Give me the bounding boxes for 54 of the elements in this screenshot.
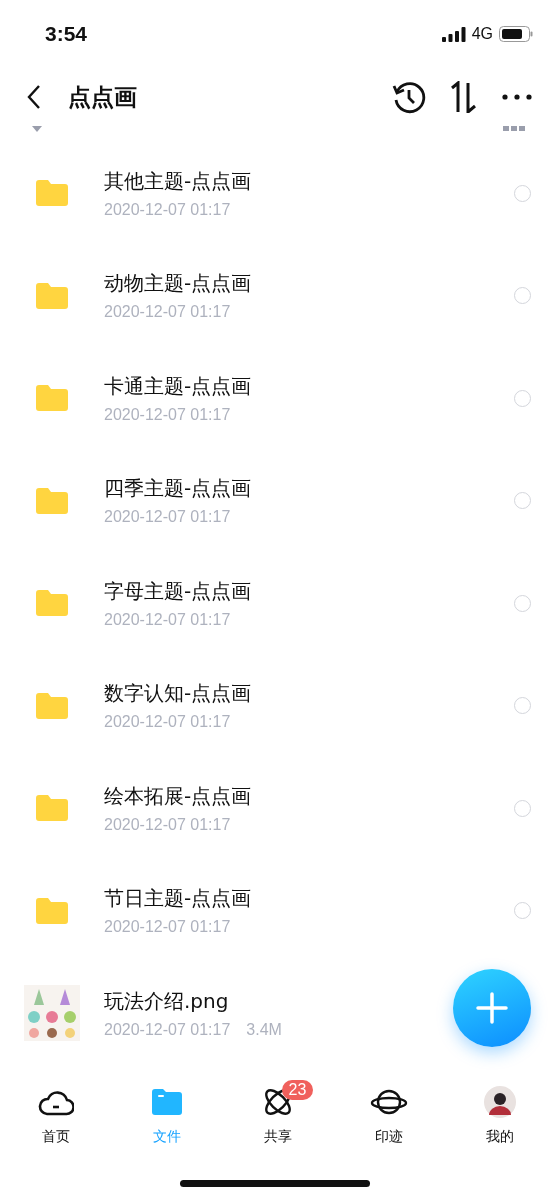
file-name: 字母主题-点点画 (104, 577, 253, 605)
sort-icon[interactable] (448, 81, 478, 113)
tab-item[interactable]: 印迹 (333, 1082, 444, 1146)
folder-icon (36, 487, 68, 514)
file-name: 节日主题-点点画 (104, 885, 253, 913)
tab-label: 首页 (41, 1128, 70, 1146)
file-date: 2020-12-07 01:17 (104, 815, 231, 834)
file-date: 2020-12-07 01:17 (104, 1020, 231, 1039)
folder-icon (36, 385, 68, 412)
file-date: 2020-12-07 01:17 (104, 610, 231, 629)
tab-label: 文件 (152, 1128, 181, 1146)
file-date: 2020-12-07 01:17 (104, 508, 231, 527)
file-name: 四季主题-点点画 (104, 475, 253, 503)
add-button[interactable] (453, 969, 531, 1047)
file-name: 动物主题-点点画 (104, 270, 253, 298)
signal-icon (441, 26, 466, 42)
folder-icon (151, 1089, 182, 1115)
caret-icon (32, 126, 42, 132)
file-name: 卡通主题-点点画 (104, 372, 253, 400)
list-view-icon (503, 126, 525, 131)
tab-item[interactable]: 首页 (0, 1082, 111, 1146)
file-name: 其他主题-点点画 (104, 167, 253, 195)
battery-icon (499, 26, 533, 42)
tab-label: 印迹 (374, 1128, 403, 1146)
back-icon[interactable] (27, 84, 41, 110)
avatar-icon (483, 1086, 516, 1118)
folder-icon (36, 897, 68, 924)
folder-icon (36, 692, 68, 719)
file-date: 2020-12-07 01:17 (104, 918, 231, 937)
tab-item[interactable]: 我的 (444, 1082, 555, 1146)
more-icon[interactable] (502, 94, 532, 100)
planet-icon (369, 1087, 408, 1117)
folder-icon (36, 282, 68, 309)
file-name: 数字认知-点点画 (104, 680, 253, 708)
folder-icon (36, 795, 68, 822)
file-date: 2020-12-07 01:17 (104, 405, 231, 424)
status-time: 3:54 (45, 22, 88, 46)
file-size: 3.4M (246, 1020, 282, 1039)
folder-icon (36, 180, 68, 207)
file-date: 2020-12-07 01:17 (104, 713, 231, 732)
file-date: 2020-12-07 01:17 (104, 200, 231, 219)
cloud-icon (37, 1088, 74, 1116)
notification-badge: 23 (281, 1080, 314, 1100)
page-title: 点点画 (68, 82, 138, 112)
folder-icon (36, 590, 68, 617)
tab-item[interactable]: 23 共享 (222, 1082, 333, 1146)
network-label: 4G (471, 25, 493, 43)
file-date: 2020-12-07 01:17 (104, 303, 231, 322)
file-name: 玩法介绍.png (104, 987, 230, 1015)
plus-icon (476, 992, 508, 1024)
tab-label: 我的 (485, 1128, 514, 1146)
history-icon[interactable] (392, 80, 426, 114)
file-name: 绘本拓展-点点画 (104, 782, 253, 810)
tab-label: 共享 (263, 1128, 292, 1146)
